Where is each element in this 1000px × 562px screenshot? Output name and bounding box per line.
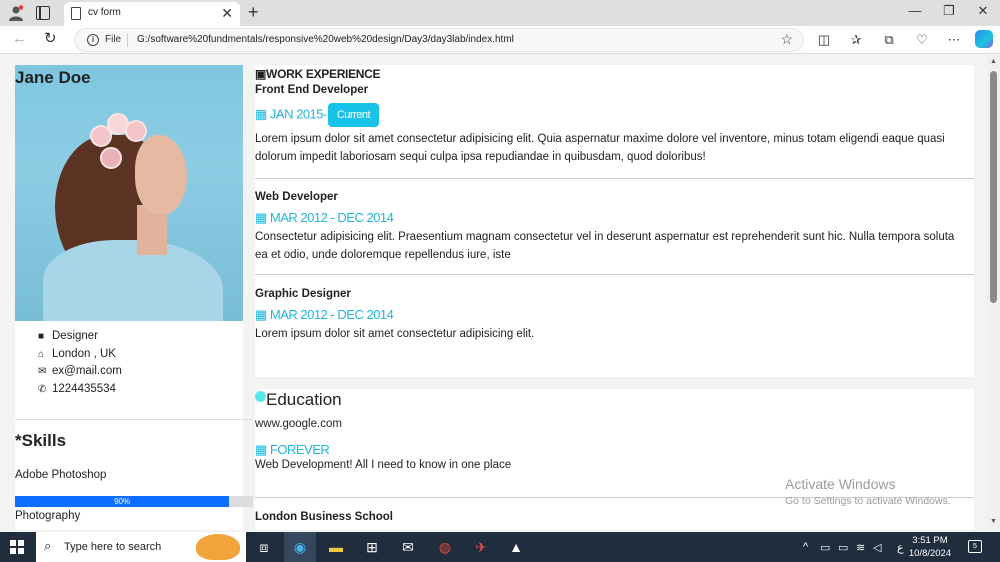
- info-phone: ✆ 1224435534: [38, 383, 116, 395]
- job-desc-3: Lorem ipsum dolor sit amet consectetur a…: [255, 328, 535, 340]
- phone-icon: ✆: [38, 384, 47, 395]
- app-icon[interactable]: ✈: [470, 537, 492, 557]
- info-icon[interactable]: i: [87, 34, 99, 46]
- skill-photography-label: Photography: [15, 510, 81, 522]
- mail-icon[interactable]: ✉: [397, 537, 419, 557]
- work-experience-heading: ▣WORK EXPERIENCE: [255, 67, 381, 81]
- job-date-1: ▦ JAN 2015- Current: [255, 103, 380, 127]
- browser-tab[interactable]: cv form ✕: [64, 2, 240, 26]
- dot-icon: [255, 391, 266, 402]
- close-window-button[interactable]: ✕: [973, 3, 993, 19]
- calendar-icon: ▦: [255, 442, 267, 457]
- skill-photoshop-progress: 90%: [15, 496, 253, 507]
- job-divider-1: [255, 178, 974, 179]
- job-title-3: Graphic Designer: [255, 288, 351, 300]
- education-desc: Web Development! All I need to know in o…: [255, 459, 512, 471]
- job-desc-2: Consectetur adipisicing elit. Praesentiu…: [255, 231, 955, 261]
- job-title-1: Front End Developer: [255, 84, 369, 96]
- task-view-icon[interactable]: ⧈: [253, 537, 275, 557]
- calendar-icon: ▦: [255, 307, 267, 322]
- skills-heading: *Skills: [15, 431, 67, 450]
- envelope-icon: ✉: [38, 366, 47, 377]
- section-gap: [255, 377, 974, 389]
- browser-essentials-icon[interactable]: ♡: [913, 31, 931, 49]
- windows-taskbar: ⌕ Type here to search ⧈ ◉ ▬ ⊞ ✉ ◍ ✈ ▲ ^ …: [0, 532, 1000, 562]
- education-date: ▦ FOREVER: [255, 442, 330, 457]
- activate-windows-watermark: Activate Windows Go to Settings to activ…: [785, 476, 951, 507]
- job-desc-1: Lorem ipsum dolor sit amet consectetur a…: [255, 133, 945, 163]
- edge-browser-icon[interactable]: ◉: [289, 537, 311, 557]
- search-highlight-icon: [196, 534, 240, 560]
- tab-close-icon[interactable]: ✕: [221, 5, 233, 22]
- education-heading: Education: [266, 390, 342, 409]
- url-scheme: File: [105, 34, 122, 45]
- profile-icon[interactable]: [8, 5, 24, 21]
- page-scrollbar[interactable]: ▲ ▼: [987, 55, 1000, 530]
- info-location: ⌂ London , UK: [38, 348, 116, 360]
- asterisk-icon: *: [15, 431, 22, 450]
- language-indicator[interactable]: ع: [897, 541, 904, 554]
- skill-photoshop-label: Adobe Photoshop: [15, 469, 107, 481]
- favorite-star-icon[interactable]: ☆: [780, 31, 793, 48]
- home-icon: ⌂: [38, 349, 45, 360]
- job-date-3: ▦ MAR 2012 - DEC 2014: [255, 307, 394, 322]
- file-explorer-icon[interactable]: ▬: [325, 537, 347, 557]
- profile-name: Jane Doe: [15, 68, 91, 87]
- profile-photo: [15, 65, 243, 321]
- favorites-icon[interactable]: ✰: [847, 31, 865, 49]
- education-site: www.google.com: [255, 418, 342, 430]
- browser-tab-bar: cv form ✕ + — ❐ ✕: [0, 0, 1000, 26]
- url-text[interactable]: G:/software%20fundmentals/responsive%20w…: [137, 34, 514, 45]
- job-date-2: ▦ MAR 2012 - DEC 2014: [255, 210, 394, 225]
- collections-icon[interactable]: ⧉: [880, 31, 898, 49]
- new-tab-button[interactable]: +: [248, 2, 259, 23]
- page-viewport: Jane Doe ■ Designer ⌂ London , UK ✉ ex@mail…: [0, 55, 987, 530]
- scroll-thumb[interactable]: [990, 71, 997, 303]
- sidebar-divider: [15, 419, 253, 420]
- job-divider-2: [255, 274, 974, 275]
- taskbar-clock[interactable]: 3:51 PM 10/8/2024: [906, 535, 954, 559]
- scroll-down-arrow-icon[interactable]: ▼: [987, 518, 1000, 525]
- info-occupation: ■ Designer: [38, 330, 99, 342]
- notification-icon[interactable]: 5: [968, 540, 982, 553]
- photos-icon[interactable]: ▲: [505, 537, 527, 557]
- url-separator: [127, 34, 128, 47]
- taskbar-search[interactable]: ⌕ Type here to search: [36, 532, 246, 562]
- volume-icon[interactable]: ◁: [873, 541, 881, 554]
- more-menu-icon[interactable]: ⋯: [945, 31, 963, 49]
- show-hidden-icons-icon[interactable]: ^: [803, 541, 808, 553]
- scroll-up-arrow-icon[interactable]: ▲: [987, 58, 1000, 65]
- cv-sidebar: Jane Doe ■ Designer ⌂ London , UK ✉ ex@mail…: [15, 65, 253, 530]
- store-icon[interactable]: ⊞: [361, 537, 383, 557]
- tab-actions-icon[interactable]: [36, 6, 50, 20]
- address-bar: ← ↻ i File G:/software%20fundmentals/res…: [0, 26, 1000, 54]
- restore-button[interactable]: ❐: [939, 3, 959, 19]
- calendar-icon: ▦: [255, 106, 267, 122]
- cv-main-content: ▣WORK EXPERIENCE Front End Developer ▦ J…: [255, 65, 974, 530]
- progress-fill: 90%: [15, 496, 230, 507]
- chrome-icon[interactable]: ◍: [434, 537, 456, 557]
- url-field[interactable]: i File G:/software%20fundmentals/respons…: [74, 28, 804, 52]
- wifi-icon[interactable]: ≋: [856, 541, 865, 554]
- education-school: London Business School: [255, 511, 394, 523]
- job-title-2: Web Developer: [255, 191, 338, 203]
- minimize-button[interactable]: —: [905, 3, 925, 18]
- split-screen-icon[interactable]: ◫: [815, 31, 833, 49]
- info-email: ✉ ex@mail.com: [38, 365, 122, 377]
- tab-title: cv form: [88, 7, 121, 18]
- reload-icon[interactable]: ↻: [44, 29, 57, 47]
- page-icon: [71, 7, 81, 20]
- copilot-icon[interactable]: [975, 30, 993, 48]
- calendar-icon: ▦: [255, 210, 267, 225]
- search-placeholder: Type here to search: [64, 541, 162, 553]
- briefcase-icon: ■: [38, 331, 45, 342]
- search-icon: ⌕: [44, 538, 52, 553]
- suitcase-icon: ▣: [255, 67, 267, 81]
- meet-icon[interactable]: ▭: [820, 541, 830, 554]
- back-arrow-icon[interactable]: ←: [12, 30, 27, 47]
- current-badge: Current: [327, 103, 380, 127]
- battery-icon[interactable]: ▭: [838, 541, 848, 554]
- windows-start-icon[interactable]: [10, 540, 24, 554]
